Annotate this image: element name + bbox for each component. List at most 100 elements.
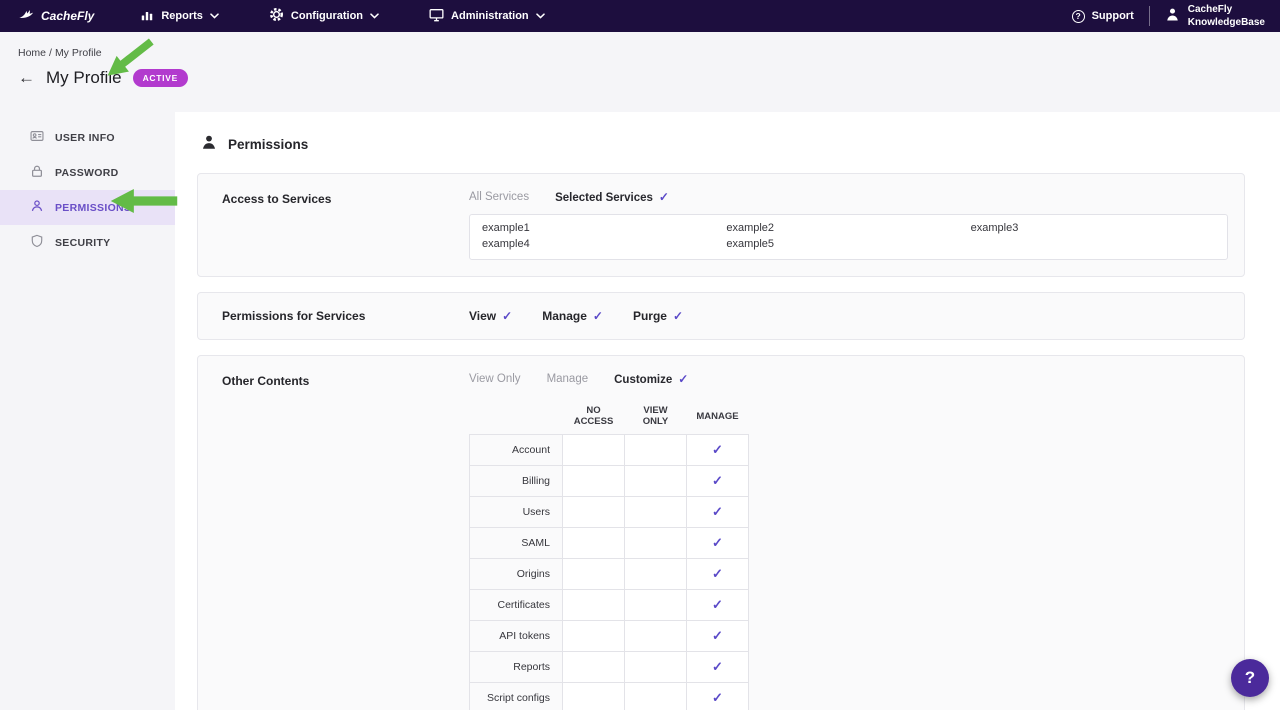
cachefly-logo[interactable]: CacheFly xyxy=(17,6,94,27)
chevron-down-icon xyxy=(370,10,379,22)
service-name: example4 xyxy=(482,238,530,250)
nav-item-reports[interactable]: Reports xyxy=(140,8,219,25)
check-icon: ✓ xyxy=(712,597,723,612)
selected-services-grid: example1 example2 example3 example4 example5 xyxy=(469,214,1228,260)
sidebar-item-permissions[interactable]: PERMISSIONS xyxy=(0,190,175,225)
check-icon: ✓ xyxy=(592,309,603,323)
permission-cell-no-access[interactable] xyxy=(562,682,625,710)
option-manage[interactable]: Manage ✓ xyxy=(542,309,603,323)
check-icon: ✓ xyxy=(712,690,723,705)
sidebar-item-security[interactable]: SECURITY xyxy=(0,225,175,260)
gear-icon xyxy=(269,7,284,25)
permission-cell-no-access[interactable] xyxy=(562,620,625,652)
permission-cell-view-only[interactable] xyxy=(624,620,687,652)
permission-row-label: Script configs xyxy=(469,682,563,710)
nav-item-label: Administration xyxy=(451,10,529,22)
permission-cell-manage[interactable]: ✓ xyxy=(686,620,749,652)
card-title: Access to Services xyxy=(222,192,332,206)
service-name: example2 xyxy=(726,222,775,234)
permission-cell-no-access[interactable] xyxy=(562,465,625,497)
knowledgebase-label: CacheFly KnowledgeBase xyxy=(1187,4,1265,28)
permission-row: Origins ✓ xyxy=(469,558,749,590)
other-contents-card: Other Contents View Only Manage Customiz… xyxy=(197,355,1245,710)
check-icon: ✓ xyxy=(712,628,723,643)
sidebar-item-label: PASSWORD xyxy=(55,166,119,179)
permission-cell-no-access[interactable] xyxy=(562,434,625,466)
help-circle-icon: ? xyxy=(1071,9,1085,23)
permission-cell-manage[interactable]: ✓ xyxy=(686,434,749,466)
service-name: example1 xyxy=(482,222,530,234)
nav-item-administration[interactable]: Administration xyxy=(429,8,545,25)
permission-cell-no-access[interactable] xyxy=(562,558,625,590)
permission-cell-manage[interactable]: ✓ xyxy=(686,465,749,497)
tab-label: Customize xyxy=(614,374,673,386)
brand-name: CacheFly xyxy=(41,9,95,23)
access-tabs: All Services Selected Services ✓ xyxy=(469,190,1228,204)
nav-divider xyxy=(1148,6,1150,26)
service-name: example5 xyxy=(726,238,775,250)
back-arrow-button[interactable]: ← xyxy=(18,68,35,88)
permission-cell-no-access[interactable] xyxy=(562,496,625,528)
nav-item-configuration[interactable]: Configuration xyxy=(269,7,379,25)
permission-cell-manage[interactable]: ✓ xyxy=(686,527,749,559)
person-icon xyxy=(30,199,44,216)
permission-cell-view-only[interactable] xyxy=(624,465,687,497)
permission-cell-view-only[interactable] xyxy=(624,558,687,590)
permission-cell-no-access[interactable] xyxy=(562,651,625,683)
tab-selected-services[interactable]: Selected Services ✓ xyxy=(555,190,669,204)
help-fab-button[interactable]: ? xyxy=(1231,659,1269,697)
permission-cell-manage[interactable]: ✓ xyxy=(686,589,749,621)
nav-menus: Reports Configuration Administration xyxy=(140,7,545,25)
service-permission-options: View ✓ Manage ✓ Purge ✓ xyxy=(469,309,1228,323)
option-view[interactable]: View ✓ xyxy=(469,309,512,323)
other-contents-table-body: Account ✓ Billing ✓ Users ✓ SAML ✓ Origins ✓ Certi… xyxy=(469,434,749,710)
permission-row-label: API tokens xyxy=(469,620,563,652)
card-title: Other Contents xyxy=(222,374,310,388)
tab-manage[interactable]: Manage xyxy=(547,373,589,385)
permission-cell-manage[interactable]: ✓ xyxy=(686,558,749,590)
service-name: example3 xyxy=(970,222,1019,234)
permission-cell-manage[interactable]: ✓ xyxy=(686,682,749,710)
other-contents-tabs: View Only Manage Customize ✓ xyxy=(469,372,1228,386)
check-icon: ✓ xyxy=(712,442,723,457)
tab-customize[interactable]: Customize ✓ xyxy=(614,372,688,386)
permission-row: Users ✓ xyxy=(469,496,749,528)
permission-cell-no-access[interactable] xyxy=(562,589,625,621)
chevron-down-icon xyxy=(210,10,219,22)
check-icon: ✓ xyxy=(658,190,669,204)
sidebar-item-password[interactable]: PASSWORD xyxy=(0,155,175,190)
monitor-icon xyxy=(429,8,444,25)
sidebar-item-user-info[interactable]: USER INFO xyxy=(0,120,175,155)
permission-row: Reports ✓ xyxy=(469,651,749,683)
permission-cell-no-access[interactable] xyxy=(562,527,625,559)
chevron-down-icon xyxy=(535,10,545,22)
support-button[interactable]: ? Support xyxy=(1071,9,1134,23)
permission-cell-manage[interactable]: ✓ xyxy=(686,651,749,683)
permission-row-label: Reports xyxy=(469,651,563,683)
nav-item-label: Configuration xyxy=(290,10,364,22)
tab-view-only[interactable]: View Only xyxy=(469,373,521,385)
breadcrumb-separator: / xyxy=(49,47,52,59)
permission-cell-view-only[interactable] xyxy=(624,527,687,559)
user-icon xyxy=(1165,7,1180,26)
permission-row: Billing ✓ xyxy=(469,465,749,497)
permission-cell-view-only[interactable] xyxy=(624,589,687,621)
check-icon: ✓ xyxy=(712,566,723,581)
permission-cell-view-only[interactable] xyxy=(624,651,687,683)
permission-cell-view-only[interactable] xyxy=(624,434,687,466)
top-navigation: CacheFly Reports Configuration Administr… xyxy=(0,0,1280,32)
tab-all-services[interactable]: All Services xyxy=(469,191,529,203)
knowledgebase-link[interactable]: CacheFly KnowledgeBase xyxy=(1165,3,1265,29)
option-purge[interactable]: Purge ✓ xyxy=(633,309,683,323)
permission-cell-view-only[interactable] xyxy=(624,682,687,710)
cachefly-wing-icon xyxy=(17,6,35,27)
permission-row-label: Origins xyxy=(469,558,563,590)
access-to-services-card: Access to Services All Services Selected… xyxy=(197,173,1245,277)
header-empty xyxy=(470,396,563,435)
breadcrumb-home[interactable]: Home xyxy=(18,47,46,59)
permissions-person-icon xyxy=(201,134,217,155)
card-title: Permissions for Services xyxy=(222,309,366,323)
sidebar-item-label: PERMISSIONS xyxy=(55,201,132,214)
permission-cell-view-only[interactable] xyxy=(624,496,687,528)
permission-cell-manage[interactable]: ✓ xyxy=(686,496,749,528)
